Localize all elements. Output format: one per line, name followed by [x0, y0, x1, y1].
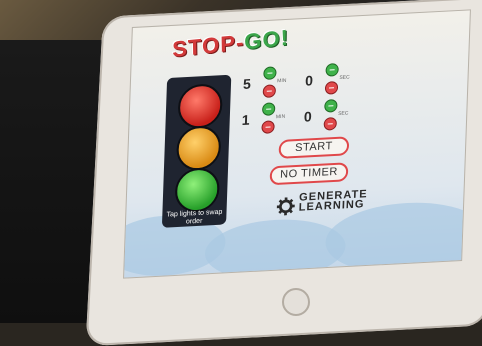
seconds-increase-button[interactable] [324, 99, 337, 113]
gear-icon [276, 197, 295, 216]
minutes-unit: MIN [276, 114, 285, 120]
minutes-unit: MIN [277, 78, 286, 84]
seconds-unit: SEC [339, 74, 350, 81]
minutes-value: 1 [241, 112, 249, 128]
seconds-decrease-button[interactable] [325, 81, 338, 95]
seconds-increase-button[interactable] [325, 63, 338, 77]
minutes-value: 5 [243, 76, 251, 92]
minutes-increase-button[interactable] [262, 102, 275, 116]
minutes-increase-button[interactable] [263, 66, 276, 80]
no-timer-button[interactable]: NO TIMER [270, 162, 349, 185]
traffic-light-caption: Tap lights to swap order [166, 209, 223, 228]
brand-logo: GENERATE LEARNING [299, 189, 368, 213]
red-light[interactable] [177, 83, 223, 129]
start-button[interactable]: START [278, 136, 349, 159]
logo-go: GO! [244, 25, 289, 55]
green-light[interactable] [174, 167, 220, 213]
seconds-value: 0 [305, 72, 313, 88]
minutes-decrease-button[interactable] [261, 120, 274, 134]
minutes-decrease-button[interactable] [263, 84, 276, 98]
seconds-value: 0 [304, 108, 312, 124]
seconds-unit: SEC [338, 110, 349, 117]
logo-stop: STOP [172, 30, 236, 62]
timer-row-2: 1 MIN 0 SEC [239, 95, 371, 136]
home-button[interactable] [282, 288, 310, 316]
amber-light[interactable] [176, 125, 222, 171]
traffic-light: Tap lights to swap order [162, 75, 231, 228]
app-screen: STOP-GO! Tap lights to swap order 5 MIN … [123, 9, 471, 278]
brand-line-2: LEARNING [299, 199, 368, 213]
timer-row-1: 5 MIN 0 SEC [240, 59, 372, 100]
app-logo: STOP-GO! [172, 25, 289, 63]
seconds-decrease-button[interactable] [324, 117, 337, 131]
